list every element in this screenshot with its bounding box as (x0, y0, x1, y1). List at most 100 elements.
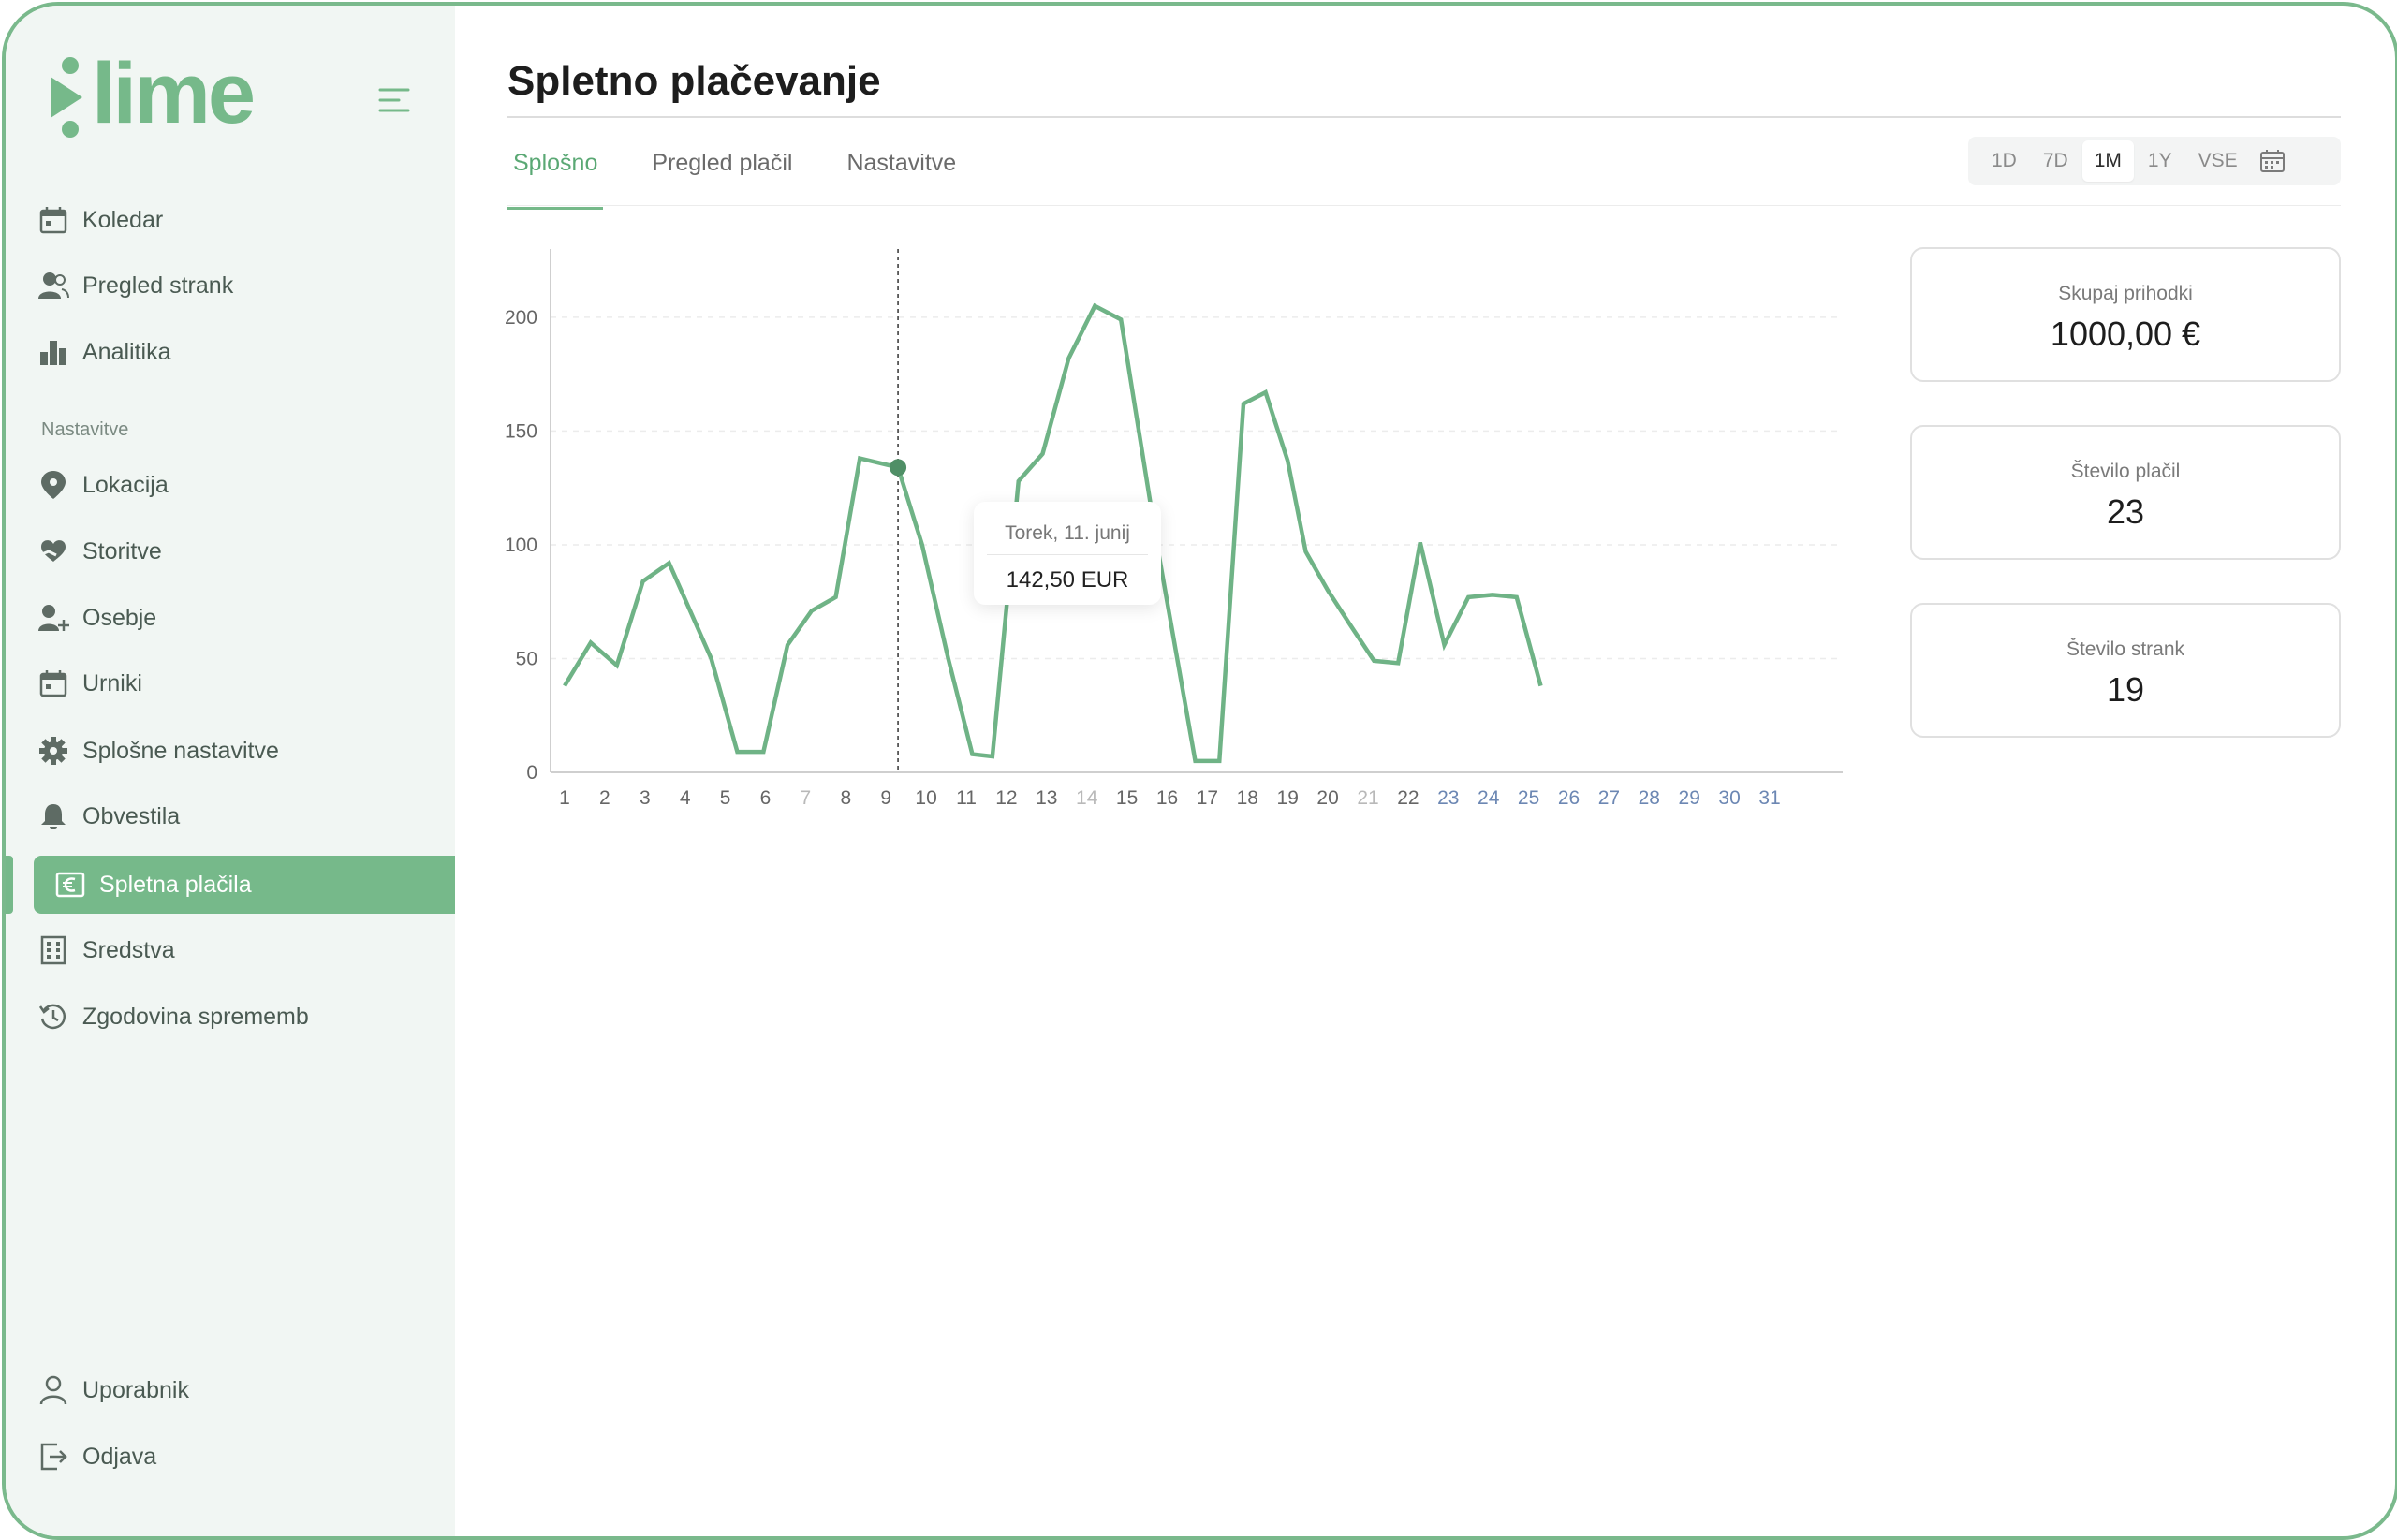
range-vse-button[interactable]: VSE (2186, 140, 2250, 182)
x-tick-label: 27 (1598, 787, 1620, 809)
history-icon (36, 999, 71, 1034)
x-tick-label: 12 (995, 787, 1017, 809)
line-chart: 0501001502001 2 3 4 5 6 7 8 9 10 11 12 13 14 15 16 17 18 1… (505, 249, 1843, 809)
section-label-nastavitve: Nastavitve (41, 419, 129, 440)
sidebar-item-odjava[interactable]: Odjava (36, 1428, 455, 1486)
x-tick-label: 23 (1437, 787, 1459, 809)
user-add-icon (36, 600, 71, 636)
x-tick-label: 26 (1558, 787, 1580, 809)
x-tick-label: 6 (760, 787, 772, 809)
x-tick-label: 14 (1076, 787, 1098, 809)
x-tick-label: 4 (680, 787, 691, 809)
calendar-picker-icon[interactable] (2259, 148, 2286, 174)
range-1m-button[interactable]: 1M (2081, 140, 2134, 182)
stat-label: Število plačil (2070, 461, 2181, 482)
sidebar-item-label: Sredstva (82, 936, 175, 963)
x-tick-label: 30 (1718, 787, 1740, 809)
stat-card-clients-count: Število strank 19 (1910, 603, 2341, 738)
x-tick-label: 15 (1116, 787, 1138, 809)
user-icon (36, 1372, 71, 1408)
range-7d-button[interactable]: 7D (2031, 140, 2081, 182)
sidebar-item-label: Osebje (82, 604, 157, 631)
x-tick-label: 31 (1758, 787, 1780, 809)
sidebar-item-uporabnik[interactable]: Uporabnik (36, 1361, 455, 1419)
tooltip-divider (987, 554, 1148, 555)
time-range-selector: 1D 7D 1M 1Y VSE (1968, 137, 2341, 185)
stat-label: Število strank (2066, 638, 2185, 660)
sidebar-item-obvestila[interactable]: Obvestila (36, 787, 455, 845)
x-tick-label: 5 (720, 787, 731, 809)
x-tick-label: 25 (1518, 787, 1539, 809)
logout-icon (36, 1439, 71, 1474)
x-tick-label: 19 (1277, 787, 1299, 809)
sidebar-item-label: Obvestila (82, 802, 181, 829)
bar-chart-icon (36, 334, 71, 370)
sidebar-item-osebje[interactable]: Osebje (36, 589, 455, 647)
x-tick-label: 1 (559, 787, 570, 809)
sidebar-item-lokacija[interactable]: Lokacija (36, 456, 455, 514)
chart-tooltip: Torek, 11. junij 142,50 EUR (974, 502, 1161, 605)
x-tick-label: 13 (1036, 787, 1057, 809)
sidebar-item-analitika[interactable]: Analitika (36, 323, 455, 381)
x-tick-label: 11 (956, 787, 977, 809)
sidebar-item-sredstva[interactable]: Sredstva (36, 921, 455, 979)
location-pin-icon (36, 467, 71, 503)
x-tick-label: 20 (1316, 787, 1338, 809)
active-indicator (6, 856, 13, 914)
sidebar-item-label: Pregled strank (82, 271, 234, 299)
heart-hand-icon (36, 534, 71, 569)
x-tick-label: 24 (1478, 787, 1500, 809)
y-tick-label: 50 (516, 648, 537, 669)
range-1d-button[interactable]: 1D (1979, 140, 2029, 182)
tab-nastavitve[interactable]: Nastavitve (841, 142, 962, 210)
stat-value: 23 (2106, 492, 2145, 531)
sidebar: lime Koledar Pregled strank Analitika Na… (6, 6, 455, 1536)
sidebar-item-zgodovina-sprememb[interactable]: Zgodovina sprememb (36, 988, 455, 1046)
building-icon (36, 932, 71, 968)
sidebar-item-label: Uporabnik (82, 1376, 189, 1403)
sidebar-item-label: Splošne nastavitve (82, 737, 279, 764)
x-tick-label: 18 (1237, 787, 1258, 809)
x-tick-label: 3 (640, 787, 651, 809)
menu-toggle-icon[interactable] (378, 86, 410, 114)
tab-bar: Splošno Pregled plačil Nastavitve (507, 142, 1005, 210)
euro-card-icon (52, 867, 88, 902)
sidebar-item-label: Spletna plačila (99, 871, 252, 898)
tooltip-date: Torek, 11. junij (1005, 522, 1130, 544)
x-tick-label: 9 (880, 787, 891, 809)
main-content: Spletno plačevanje Splošno Pregled plači… (455, 6, 2395, 1536)
x-tick-label: 10 (915, 787, 936, 809)
calendar-icon (36, 666, 71, 701)
sidebar-item-koledar[interactable]: Koledar (36, 191, 455, 249)
tooltip-value: 142,50 EUR (1006, 567, 1129, 593)
highlight-point (890, 459, 907, 477)
x-tick-label: 2 (599, 787, 610, 809)
x-tick-label: 8 (840, 787, 851, 809)
users-icon (36, 268, 71, 303)
revenue-chart: 0 50 100 150 200 1 2 3 4 5 6 7 8 9 10 11 12 13 14 15 16 17 18 1… (493, 240, 1860, 839)
tabs-divider (507, 205, 2341, 206)
x-tick-label: 7 (801, 787, 812, 809)
sidebar-item-pregled-strank[interactable]: Pregled strank (36, 257, 455, 315)
gear-icon (36, 733, 71, 769)
calendar-icon (36, 202, 71, 238)
sidebar-item-splosne-nastavitve[interactable]: Splošne nastavitve (36, 722, 455, 780)
page-title: Spletno plačevanje (507, 58, 881, 104)
sidebar-item-storitve[interactable]: Storitve (36, 522, 455, 580)
stat-label: Skupaj prihodki (2058, 283, 2193, 304)
x-tick-label: 16 (1156, 787, 1178, 809)
range-1y-button[interactable]: 1Y (2136, 140, 2184, 182)
logo-text: lime (92, 46, 256, 141)
x-tick-label: 29 (1679, 787, 1700, 809)
stat-value: 1000,00 € (2050, 315, 2201, 353)
y-tick-label: 100 (505, 535, 537, 556)
logo: lime (45, 46, 256, 141)
sidebar-item-urniki[interactable]: Urniki (36, 654, 455, 712)
x-tick-label: 28 (1639, 787, 1660, 809)
stat-card-payments-count: Število plačil 23 (1910, 425, 2341, 560)
tab-pregled-placil[interactable]: Pregled plačil (646, 142, 798, 210)
sidebar-item-spletna-placila[interactable]: Spletna plačila (34, 856, 455, 914)
app-window: lime Koledar Pregled strank Analitika Na… (2, 2, 2397, 1540)
sidebar-item-label: Analitika (82, 338, 171, 365)
tab-splosno[interactable]: Splošno (507, 142, 604, 210)
